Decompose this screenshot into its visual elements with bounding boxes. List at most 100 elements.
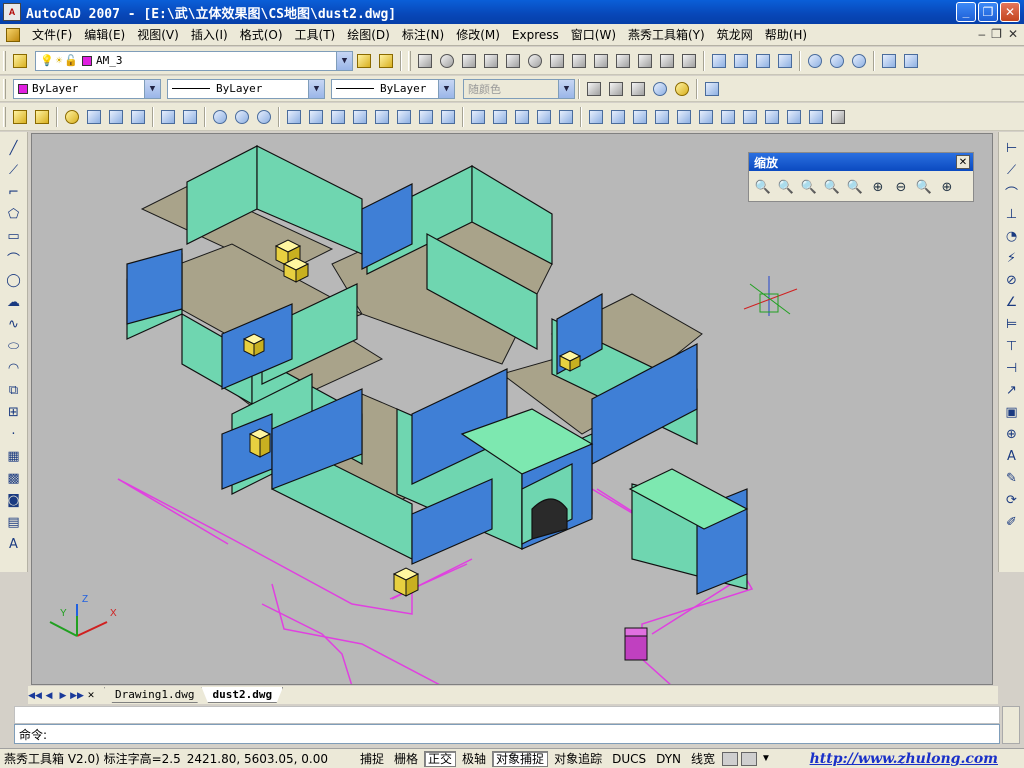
drawing-viewport[interactable]: Y Z X — [31, 133, 993, 685]
make-block-icon[interactable]: ⊞ — [4, 402, 24, 422]
tab-dust2[interactable]: dust2.dwg — [201, 687, 284, 703]
section-plane-icon[interactable] — [753, 51, 773, 71]
diameter-icon[interactable]: ⊘ — [1002, 270, 1022, 290]
menu-insert[interactable]: 插入(I) — [185, 26, 234, 43]
osnap-toggle[interactable]: 对象捕捉 — [492, 750, 549, 767]
hide-icon[interactable] — [606, 79, 626, 99]
nw-iso-view-icon[interactable] — [806, 107, 826, 127]
linear-dimension-icon[interactable]: ⊢ — [1002, 138, 1022, 158]
tolerance-icon[interactable]: ▣ — [1002, 402, 1022, 422]
subtract-icon[interactable] — [232, 107, 252, 127]
camera-view-icon[interactable] — [828, 107, 848, 127]
chevron-down-icon[interactable]: ▼ — [438, 79, 454, 98]
command-line-input[interactable]: 命令: — [14, 724, 1000, 744]
last-tab-icon[interactable]: ▶▶ — [70, 690, 84, 701]
shade-icon[interactable] — [628, 79, 648, 99]
helix-icon[interactable] — [569, 51, 589, 71]
toolbar-grip[interactable] — [3, 106, 6, 127]
polyline-icon[interactable]: ⌐ — [4, 182, 24, 202]
chevron-down-icon[interactable]: ▼ — [336, 51, 352, 70]
se-iso-view-icon[interactable] — [762, 107, 782, 127]
model-space-icon[interactable] — [722, 751, 739, 766]
baseline-icon[interactable]: ⊤ — [1002, 336, 1022, 356]
front-view-icon[interactable] — [696, 107, 716, 127]
loft-icon[interactable] — [679, 51, 699, 71]
aligned-dimension-icon[interactable]: ⟋ — [1002, 160, 1022, 180]
menu-window[interactable]: 窗口(W) — [565, 26, 622, 43]
right-view-icon[interactable] — [674, 107, 694, 127]
extrude-icon[interactable] — [613, 51, 633, 71]
coordinate-readout[interactable]: 2421.80, 5603.05, 0.00 — [187, 752, 328, 766]
sw-iso-view-icon[interactable] — [740, 107, 760, 127]
check-icon[interactable] — [556, 107, 576, 127]
circle-icon[interactable]: ◯ — [4, 270, 24, 290]
quick-dimension-icon[interactable]: ⊨ — [1002, 314, 1022, 334]
left-view-icon[interactable] — [652, 107, 672, 127]
presspull-icon[interactable] — [731, 51, 751, 71]
hatch-icon[interactable]: ▦ — [4, 446, 24, 466]
offset-faces-icon[interactable] — [328, 107, 348, 127]
toolbar-grip[interactable] — [408, 50, 411, 71]
otrack-toggle[interactable]: 对象追踪 — [550, 751, 606, 767]
world-ucs-icon[interactable] — [32, 107, 52, 127]
separate-icon[interactable] — [512, 107, 532, 127]
3d-move-icon[interactable] — [879, 51, 899, 71]
clean-icon[interactable] — [490, 107, 510, 127]
imprint-icon[interactable] — [468, 107, 488, 127]
material-icon[interactable] — [672, 79, 692, 99]
dimension-update-icon[interactable]: ⟳ — [1002, 490, 1022, 510]
zoom-panel-title[interactable]: 缩放 — [749, 153, 973, 171]
polysolid-icon[interactable] — [709, 51, 729, 71]
status-menu-icon[interactable]: ▼ — [761, 753, 771, 764]
named-views-icon[interactable] — [586, 107, 606, 127]
menu-yanxiu-toolbox[interactable]: 燕秀工具箱(Y) — [622, 26, 711, 43]
zoom-in-icon[interactable]: ⊕ — [868, 177, 888, 197]
revision-cloud-icon[interactable]: ☁ — [4, 292, 24, 312]
zoom-out-icon[interactable]: ⊖ — [891, 177, 911, 197]
light-bulb-icon[interactable]: 💡 — [40, 54, 54, 67]
grid-toggle[interactable]: 栅格 — [390, 751, 422, 767]
continue-icon[interactable]: ⊣ — [1002, 358, 1022, 378]
radius-icon[interactable]: ◔ — [1002, 226, 1022, 246]
copy-faces-icon[interactable] — [416, 107, 436, 127]
flatshot-icon[interactable] — [775, 51, 795, 71]
next-tab-icon[interactable]: ▶ — [56, 690, 70, 701]
ellipse-arc-icon[interactable]: ◠ — [4, 358, 24, 378]
gradient-icon[interactable]: ▩ — [4, 468, 24, 488]
intersect-icon[interactable] — [849, 51, 869, 71]
torus-icon[interactable] — [525, 51, 545, 71]
zoom-extents-icon[interactable]: ⊕ — [937, 177, 957, 197]
line-icon[interactable]: ╱ — [4, 138, 24, 158]
sun-icon[interactable]: ☀ — [56, 54, 63, 67]
menu-express[interactable]: Express — [506, 28, 565, 42]
sweep-icon[interactable] — [657, 51, 677, 71]
materials-icon[interactable] — [180, 107, 200, 127]
planar-surface-icon[interactable] — [591, 51, 611, 71]
point-icon[interactable]: · — [4, 424, 24, 444]
solid-editing-icon[interactable] — [584, 79, 604, 99]
menu-edit[interactable]: 编辑(E) — [78, 26, 131, 43]
snap-toggle[interactable]: 捕捉 — [356, 751, 388, 767]
rectangle-icon[interactable]: ▭ — [4, 226, 24, 246]
ne-iso-view-icon[interactable] — [784, 107, 804, 127]
close-button[interactable]: ✕ — [1000, 2, 1020, 22]
pyramid-icon[interactable] — [547, 51, 567, 71]
render-icon[interactable] — [650, 79, 670, 99]
menu-modify[interactable]: 修改(M) — [450, 26, 506, 43]
table-icon[interactable]: ▤ — [4, 512, 24, 532]
ordinate-icon[interactable]: ⊥ — [1002, 204, 1022, 224]
command-scrollbar[interactable] — [1002, 706, 1020, 744]
toolbar-grip[interactable] — [3, 50, 6, 71]
dimension-style-icon[interactable]: ✐ — [1002, 512, 1022, 532]
fly-icon[interactable] — [128, 107, 148, 127]
move-faces-icon[interactable] — [306, 107, 326, 127]
intersect-icon[interactable] — [254, 107, 274, 127]
union-icon[interactable] — [805, 51, 825, 71]
camera-icon[interactable] — [84, 107, 104, 127]
angular-icon[interactable]: ∠ — [1002, 292, 1022, 312]
multiline-text-icon[interactable]: A — [4, 534, 24, 554]
polar-toggle[interactable]: 极轴 — [458, 751, 490, 767]
maximize-button[interactable]: ❐ — [978, 2, 998, 22]
walk-icon[interactable] — [106, 107, 126, 127]
zoom-window-icon[interactable]: 🔍 — [753, 177, 773, 197]
